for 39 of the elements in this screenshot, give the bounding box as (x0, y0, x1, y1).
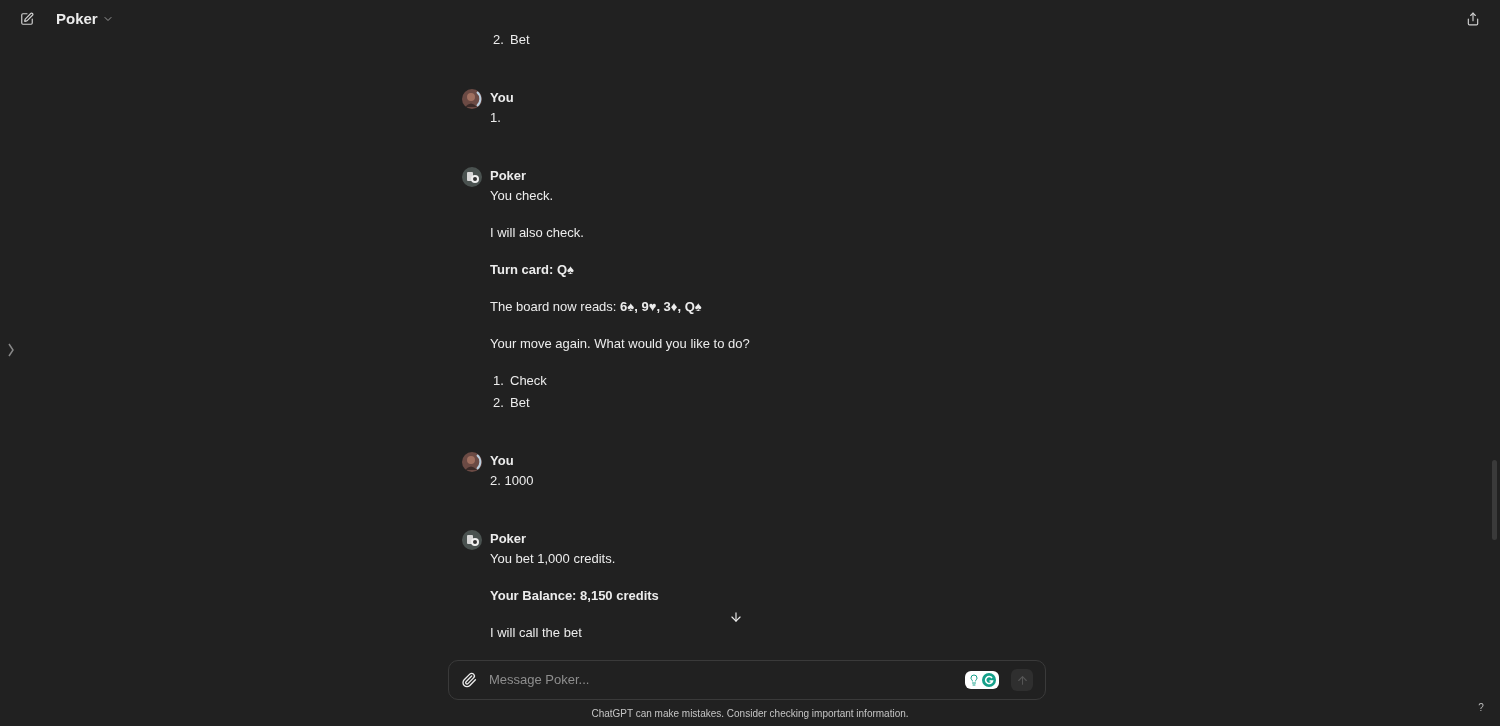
share-icon (1466, 12, 1480, 26)
author-name: Poker (490, 530, 528, 548)
help-button[interactable]: ? (1474, 700, 1488, 714)
list-number: 2. (493, 32, 505, 49)
message-text: 2. 1000 (490, 472, 534, 490)
paperclip-icon (461, 672, 477, 688)
list-item: Bet (510, 32, 530, 49)
message-text: 1. (490, 109, 502, 127)
list-number: 2. (493, 394, 505, 412)
message-text: Your Balance: 8,150 credits (490, 587, 659, 605)
arrow-up-icon (1015, 673, 1029, 687)
user-avatar (462, 452, 482, 472)
list-item: Check (510, 372, 547, 390)
message-text: I will call the bet (490, 624, 583, 642)
sidebar-toggle[interactable] (8, 342, 16, 358)
message-composer[interactable]: Message Poker... (448, 660, 1046, 700)
edit-icon (20, 12, 34, 26)
chevron-right-icon (8, 343, 14, 357)
author-name: You (490, 452, 515, 470)
cards-avatar (462, 167, 482, 187)
cards-avatar (462, 530, 482, 550)
author-name: You (490, 89, 514, 107)
model-selector[interactable]: Poker (56, 7, 114, 31)
g-logo-icon (982, 673, 996, 687)
disclaimer-text: ChatGPT can make mistakes. Consider checking important information. (591, 706, 909, 721)
message-text: You bet 1,000 credits. (490, 550, 617, 568)
message-text: I will also check. (490, 224, 585, 242)
lightbulb-icon (968, 674, 980, 686)
message-text: Turn card: Q♠ (490, 261, 575, 279)
message-text: You check. (490, 187, 555, 205)
list-item: Bet (510, 394, 530, 412)
message-text: The board now reads: 6♠, 9♥, 3♦, Q♠ (490, 298, 703, 316)
assistant-extension-badge[interactable] (965, 671, 999, 689)
author-name: Poker (490, 167, 528, 185)
user-avatar (462, 89, 482, 109)
list-number: 1. (493, 372, 505, 390)
message-input[interactable]: Message Poker... (489, 670, 953, 690)
arrow-down-icon (729, 610, 743, 624)
message-text: Your move again. What would you like to do? (490, 335, 750, 353)
